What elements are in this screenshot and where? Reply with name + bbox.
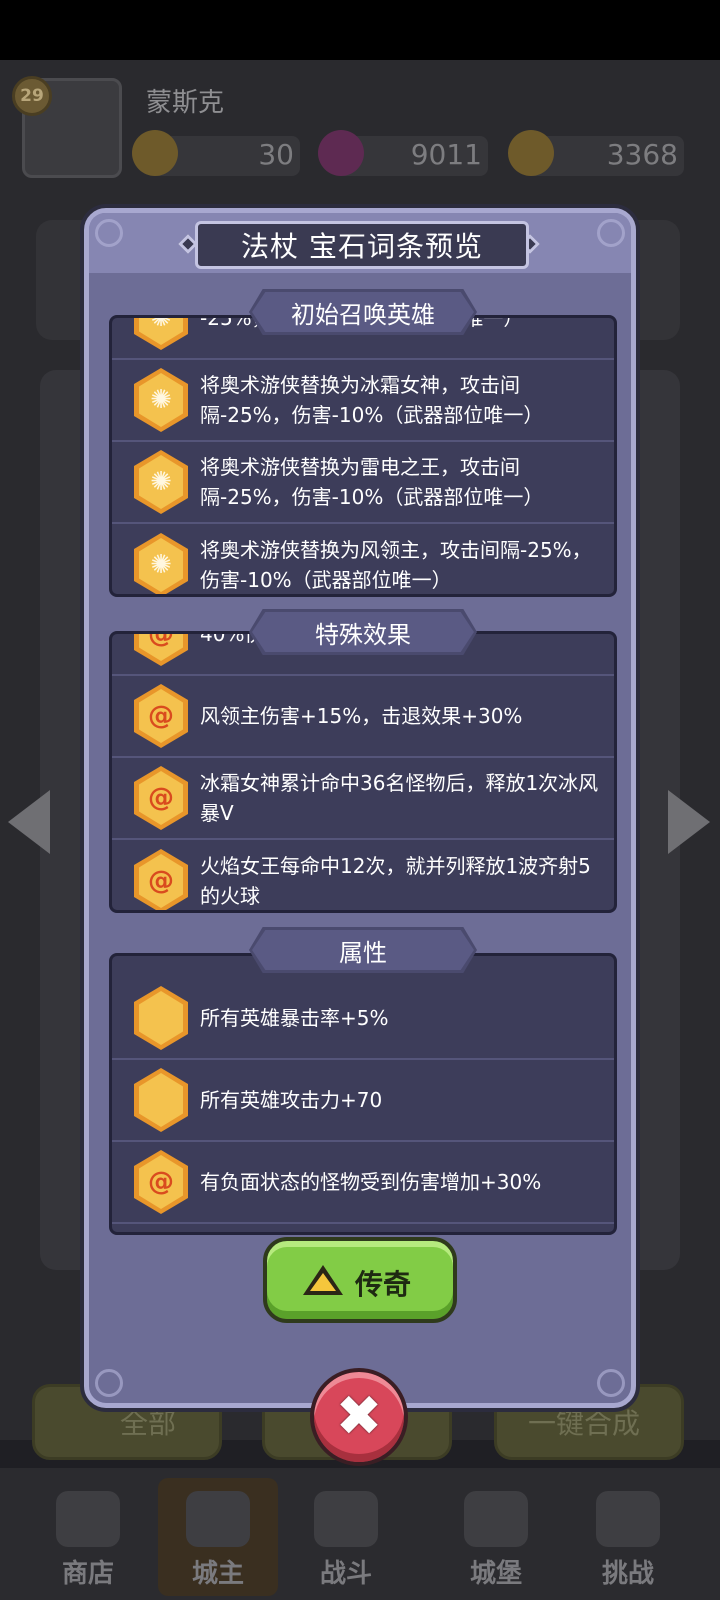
resource-value-3: 3368: [606, 138, 678, 171]
corner-ornament-icon: [95, 219, 123, 247]
modal-title-banner: 法杖 宝石词条预览: [195, 221, 529, 269]
section-header-label: 特殊效果: [315, 620, 411, 649]
legend-button-label: 传奇: [355, 1268, 412, 1301]
status-bar: [0, 0, 720, 60]
row-text: 火焰女王每命中12次，就并列释放1波齐射5的火球: [200, 854, 591, 908]
row-text: 将奥术游侠替换为冰霜女神，攻击间隔-25%，伤害-10%（武器部位唯一）: [200, 373, 544, 427]
nav-challenge[interactable]: 挑战: [568, 1478, 688, 1596]
section-header-label: 属性: [339, 938, 387, 967]
nav-shop-label: 商店: [61, 1559, 114, 1589]
list-item: ✺ 将奥术游侠替换为冰霜女神，攻击间隔-25%，伤害-10%（武器部位唯一）: [112, 360, 614, 442]
section-header-special-effects: 特殊效果: [249, 609, 477, 655]
shop-icon: [56, 1491, 120, 1547]
row-text: 所有英雄暴击率+5%: [200, 1006, 389, 1030]
row-text: 所有英雄攻击力+70: [200, 1088, 383, 1112]
plain-gem-icon: [134, 1068, 188, 1132]
resource-value-2: 9011: [410, 138, 482, 171]
nav-shop[interactable]: 商店: [28, 1478, 148, 1596]
swirl-symbol-icon: @: [148, 783, 174, 813]
section-special-effects[interactable]: @ 40%伤 @ 风领主伤害+15%，击退效果+30% @ 冰霜女神累计命中36…: [109, 631, 617, 913]
legend-button[interactable]: 传奇: [263, 1237, 457, 1323]
crown-icon: [186, 1491, 250, 1547]
row-text: 将奥术游侠替换为风领主，攻击间隔-25%，伤害-10%（武器部位唯一）: [200, 538, 592, 592]
player-level-badge: 29: [12, 76, 52, 116]
player-name: 蒙斯克: [146, 88, 225, 118]
list-item: @ 火焰女王每命中12次，就并列释放1波齐射5的火球: [112, 840, 614, 910]
resource-value-1: 30: [258, 138, 294, 171]
section-header-label: 初始召唤英雄: [291, 300, 435, 329]
corner-ornament-icon: [597, 219, 625, 247]
bg-button-all-label: 全部: [120, 1407, 177, 1440]
swords-icon: [314, 1491, 378, 1547]
list-item: 所有英雄攻击力+70: [112, 1060, 614, 1142]
bg-button-merge-label: 一键合成: [528, 1407, 641, 1440]
arrow-right-icon[interactable]: [668, 790, 710, 854]
section-initial-summon[interactable]: ✺ -25%，伤害-10%（武器部位唯一） ✺ 将奥术游侠替换为冰霜女神，攻击间…: [109, 315, 617, 597]
section-attributes[interactable]: 所有英雄暴击率+5% 所有英雄攻击力+70 @ 有负面状态的怪物受到伤害增加+3…: [109, 953, 617, 1235]
swirl-symbol-icon: @: [148, 631, 174, 649]
row-text: 将奥术游侠替换为雷电之王，攻击间隔-25%，伤害-10%（武器部位唯一）: [200, 455, 544, 509]
corner-ornament-icon: [95, 1369, 123, 1397]
purple-gem-plus-icon[interactable]: [318, 130, 364, 176]
list-item: @ 风领主伤害+15%，击退效果+30%: [112, 676, 614, 758]
swirl-symbol-icon: @: [148, 866, 174, 896]
plain-gem-icon: [134, 986, 188, 1050]
close-button[interactable]: ✖: [310, 1368, 408, 1466]
arrow-left-icon[interactable]: [8, 790, 50, 854]
row-text: 有负面状态的怪物受到伤害增加+30%: [200, 1170, 542, 1194]
row-text: 风领主伤害+15%，击退效果+30%: [200, 704, 523, 728]
close-icon: ✖: [335, 1384, 383, 1449]
gold-coin-plus-icon[interactable]: [132, 130, 178, 176]
list-item: @ 冰霜女神累计命中36名怪物后，释放1次冰风暴V: [112, 758, 614, 840]
nav-lord[interactable]: 城主: [158, 1478, 278, 1596]
nav-battle-label: 战斗: [319, 1559, 372, 1589]
gem-preview-modal: 法杖 宝石词条预览 ✺ -25%，伤害-10%（武器部位唯一） ✺ 将奥术游侠替…: [84, 208, 636, 1408]
nav-battle[interactable]: 战斗: [286, 1478, 406, 1596]
list-item: 所有英雄暴击率+5%: [112, 978, 614, 1060]
list-item: ✺ 将奥术游侠替换为雷电之王，攻击间隔-25%，伤害-10%（武器部位唯一）: [112, 442, 614, 524]
castle-icon: [464, 1491, 528, 1547]
nav-castle[interactable]: 城堡: [436, 1478, 556, 1596]
modal-title: 法杖 宝石词条预览: [241, 230, 483, 263]
legend-triangle-icon: [303, 1265, 343, 1295]
nav-lord-label: 城主: [191, 1559, 244, 1589]
swirl-symbol-icon: @: [148, 1167, 174, 1197]
arcane-symbol-icon: ✺: [150, 467, 172, 497]
arcane-symbol-icon: ✺: [150, 315, 172, 333]
arcane-symbol-icon: ✺: [150, 385, 172, 415]
challenge-icon: [596, 1491, 660, 1547]
nav-castle-label: 城堡: [469, 1559, 522, 1589]
gold-coin-plus-icon[interactable]: [508, 130, 554, 176]
list-item: @ 有负面状态的怪物受到伤害增加+30%: [112, 1142, 614, 1224]
arcane-symbol-icon: ✺: [150, 550, 172, 580]
nav-challenge-label: 挑战: [601, 1559, 654, 1589]
corner-ornament-icon: [597, 1369, 625, 1397]
list-item: ✺ 将奥术游侠替换为风领主，攻击间隔-25%，伤害-10%（武器部位唯一）: [112, 524, 614, 594]
row-text: 冰霜女神累计命中36名怪物后，释放1次冰风暴V: [200, 771, 599, 825]
section-header-attributes: 属性: [249, 927, 477, 973]
section-header-initial-summon: 初始召唤英雄: [249, 289, 477, 335]
swirl-symbol-icon: @: [148, 701, 174, 731]
